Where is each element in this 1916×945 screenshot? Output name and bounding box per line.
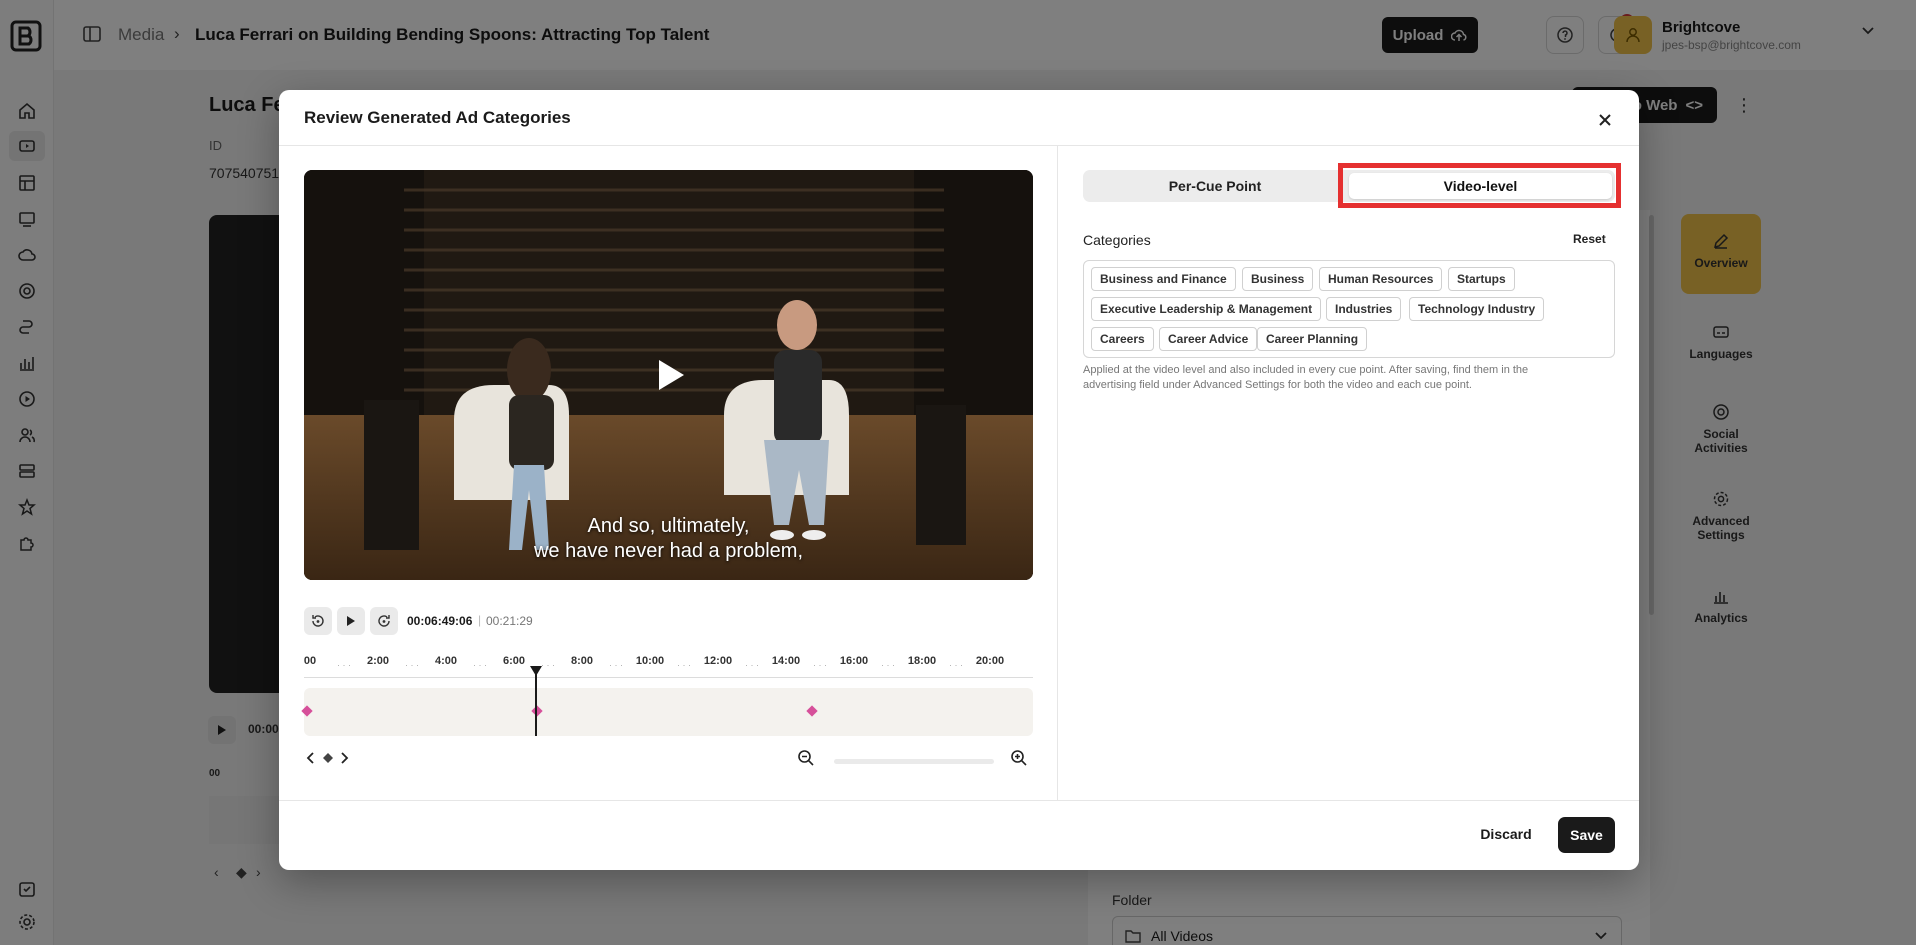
ruler-minor-ticks: · · · [813, 660, 827, 670]
caption-line: we have never had a problem, [533, 540, 804, 562]
ruler-tick-label: 20:00 [975, 655, 1005, 667]
chevron-right-icon[interactable] [339, 751, 349, 765]
ruler-tick-label: 10:00 [635, 655, 665, 667]
ruler-tick-label: 12:00 [703, 655, 733, 667]
forward-button[interactable] [370, 607, 398, 635]
video-player[interactable]: And so, ultimately, we have never had a … [304, 170, 1033, 580]
categories-help-text: Applied at the video level and also incl… [1083, 364, 1529, 391]
big-play-icon[interactable] [644, 350, 694, 400]
timeline-ruler[interactable]: 00 · · · 2:00 · · · 4:00 · · · 6:00 · · · 8:00 · … [304, 655, 1033, 681]
zoom-slider[interactable] [834, 759, 994, 764]
ruler-minor-ticks: · · · [405, 660, 419, 670]
playhead[interactable] [534, 668, 537, 736]
modal-title: Review Generated Ad Categories [304, 108, 571, 127]
divider [279, 800, 1639, 801]
tab-per-cue-point[interactable]: Per-Cue Point [1086, 173, 1344, 199]
zoom-out-icon[interactable] [797, 749, 815, 767]
ruler-tick-label: 16:00 [839, 655, 869, 667]
cue-point-marker[interactable] [805, 705, 818, 717]
save-button[interactable]: Save [1558, 817, 1615, 853]
ruler-tick-label: 18:00 [907, 655, 937, 667]
category-chip[interactable]: Executive Leadership & Management [1091, 297, 1322, 321]
ruler-tick-label: 14:00 [771, 655, 801, 667]
category-chip[interactable]: Startups [1448, 267, 1515, 291]
ruler-minor-ticks: · · · [677, 660, 691, 670]
playhead-handle[interactable] [529, 666, 542, 676]
zoom-in-icon[interactable] [1010, 749, 1028, 767]
category-chip[interactable]: Career Planning [1257, 327, 1368, 351]
ruler-tick-label: 6:00 [502, 655, 526, 667]
cue-point-marker[interactable] [531, 705, 543, 717]
category-chip[interactable]: Human Resources [1319, 267, 1443, 291]
divider [279, 145, 1639, 146]
ruler-baseline [304, 677, 1033, 678]
time-separator: | [478, 613, 482, 627]
category-chip[interactable]: Business [1242, 267, 1314, 291]
reset-button[interactable]: Reset [1573, 232, 1606, 246]
ruler-minor-ticks: · · · [881, 660, 895, 670]
rewind-button[interactable] [304, 607, 332, 635]
play-button[interactable] [337, 607, 365, 635]
cue-point-track[interactable] [301, 688, 1033, 736]
ruler-tick-label: 8:00 [570, 655, 594, 667]
close-icon[interactable] [1595, 110, 1615, 130]
ruler-minor-ticks: · · · [337, 660, 351, 670]
highlight-annotation [1338, 163, 1621, 208]
diamond-icon[interactable] [323, 753, 333, 763]
duration: 00:21:29 [486, 614, 533, 628]
category-chip[interactable]: Technology Industry [1409, 297, 1545, 321]
ruler-minor-ticks: · · · [745, 660, 759, 670]
ruler-tick-label: 2:00 [366, 655, 390, 667]
chevron-left-icon[interactable] [306, 751, 316, 765]
category-chip[interactable]: Career Advice [1159, 327, 1258, 351]
forward-5-icon [378, 615, 390, 627]
category-chip[interactable]: Careers [1091, 327, 1154, 351]
cue-point-marker[interactable] [301, 705, 313, 717]
category-chip[interactable]: Industries [1326, 297, 1402, 321]
ruler-minor-ticks: · · · [541, 660, 555, 670]
discard-button[interactable]: Discard [1471, 817, 1541, 851]
rewind-5-icon [312, 615, 324, 627]
caption-line: And so, ultimately, [587, 515, 750, 537]
ruler-tick-label: 00 [303, 655, 317, 667]
ruler-minor-ticks: · · · [473, 660, 487, 670]
ruler-minor-ticks: · · · [949, 660, 963, 670]
ruler-tick-label: 4:00 [434, 655, 458, 667]
category-chip[interactable]: Business and Finance [1091, 267, 1236, 291]
review-ad-categories-modal: Review Generated Ad Categories And so, u… [279, 90, 1639, 870]
play-icon [347, 616, 355, 626]
categories-label: Categories [1083, 232, 1151, 248]
ruler-minor-ticks: · · · [609, 660, 623, 670]
divider [1057, 146, 1058, 800]
current-time: 00:06:49:06 [407, 614, 473, 628]
categories-tag-input[interactable]: Business and Finance Business Human Reso… [1083, 260, 1615, 358]
